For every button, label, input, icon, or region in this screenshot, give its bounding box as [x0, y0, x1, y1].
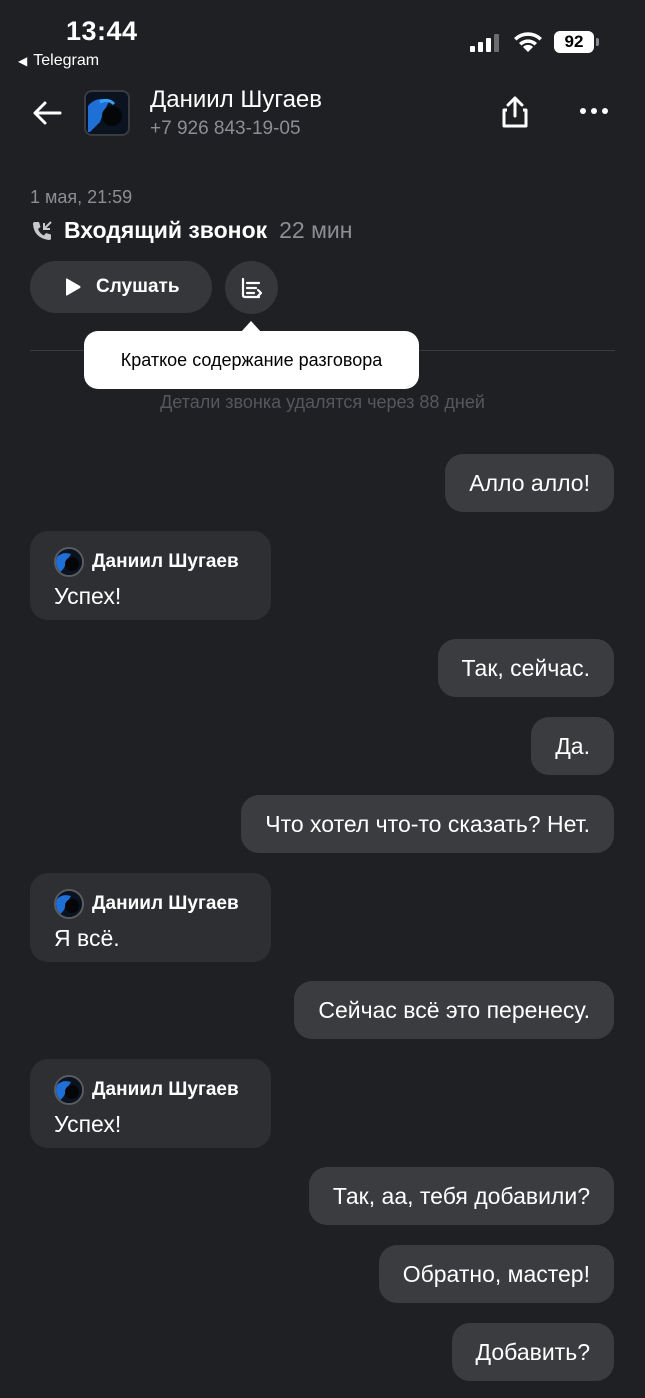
message-text: Успех! — [54, 583, 122, 609]
cellular-signal-icon — [470, 34, 499, 52]
sender-avatar — [54, 889, 84, 919]
more-icon[interactable] — [580, 108, 608, 114]
message-in[interactable]: Даниил Шугаев Успех! — [30, 531, 271, 620]
back-app-label: Telegram — [33, 52, 100, 69]
message-out[interactable]: Так, аа, тебя добавили? — [308, 1167, 614, 1225]
summary-icon — [241, 277, 262, 298]
sender-name: Даниил Шугаев — [92, 1079, 239, 1100]
sender-avatar — [54, 547, 84, 577]
message-sender: Даниил Шугаев — [54, 1075, 247, 1105]
sender-name: Даниил Шугаев — [92, 551, 239, 572]
battery-tip — [596, 38, 599, 46]
status-time: 13:44 — [66, 16, 138, 46]
share-icon — [502, 96, 528, 128]
call-title: Входящий звонок — [64, 217, 268, 243]
summary-button[interactable] — [225, 261, 278, 314]
message-text: Сейчас всё это перенесу. — [318, 996, 590, 1023]
message-text: Я всё. — [54, 925, 120, 951]
arrow-left-icon — [33, 101, 62, 125]
message-text: Да. — [555, 732, 590, 759]
message-out[interactable]: Обратно, мастер! — [378, 1245, 614, 1303]
sender-avatar — [54, 1075, 84, 1105]
message-text: Успех! — [54, 1111, 122, 1137]
listen-label: Слушать — [96, 276, 180, 297]
message-out[interactable]: Да. — [531, 717, 614, 775]
contact-name: Даниил Шугаев — [150, 86, 323, 113]
message-text: Так, аа, тебя добавили? — [332, 1182, 590, 1209]
message-sender: Даниил Шугаев — [54, 547, 247, 577]
message-in[interactable]: Даниил Шугаев Успех! — [30, 1059, 271, 1148]
message-out[interactable]: Добавить? — [451, 1323, 614, 1381]
message-text: Алло алло! — [469, 469, 590, 496]
message-in[interactable]: Даниил Шугаев Я всё. — [30, 873, 271, 962]
back-button[interactable] — [30, 96, 64, 135]
back-to-app[interactable]: ◀ Telegram — [18, 52, 99, 70]
call-info-row: Входящий звонок 22 мин — [30, 217, 352, 244]
play-icon — [66, 278, 81, 296]
message-out[interactable]: Алло алло! — [445, 454, 614, 512]
message-text: Так, сейчас. — [461, 654, 590, 681]
message-sender: Даниил Шугаев — [54, 889, 247, 919]
wifi-icon — [512, 30, 544, 59]
call-duration: 22 мин — [279, 217, 353, 243]
message-out[interactable]: Так, сейчас. — [437, 639, 614, 697]
message-text: Добавить? — [475, 1338, 590, 1365]
details-note: Детали звонка удалятся через 88 дней — [160, 392, 485, 412]
contact-phone: +7 926 843-19-05 — [150, 118, 301, 139]
message-out[interactable]: Что хотел что-то сказать? Нет. — [241, 795, 614, 853]
message-out[interactable]: Сейчас всё это перенесу. — [294, 981, 614, 1039]
incoming-call-icon — [33, 220, 52, 240]
summary-tooltip[interactable]: Краткое содержание разговора — [84, 331, 419, 389]
message-text: Обратно, мастер! — [402, 1260, 590, 1287]
message-text: Что хотел что-то сказать? Нет. — [265, 810, 590, 837]
battery-indicator: 92 — [554, 31, 594, 53]
avatar[interactable] — [84, 90, 130, 136]
back-triangle-icon: ◀ — [18, 54, 28, 68]
sender-name: Даниил Шугаев — [92, 893, 239, 914]
listen-button[interactable]: Слушать — [30, 261, 212, 313]
call-date: 1 мая, 21:59 — [30, 187, 133, 207]
share-button[interactable] — [498, 94, 532, 135]
